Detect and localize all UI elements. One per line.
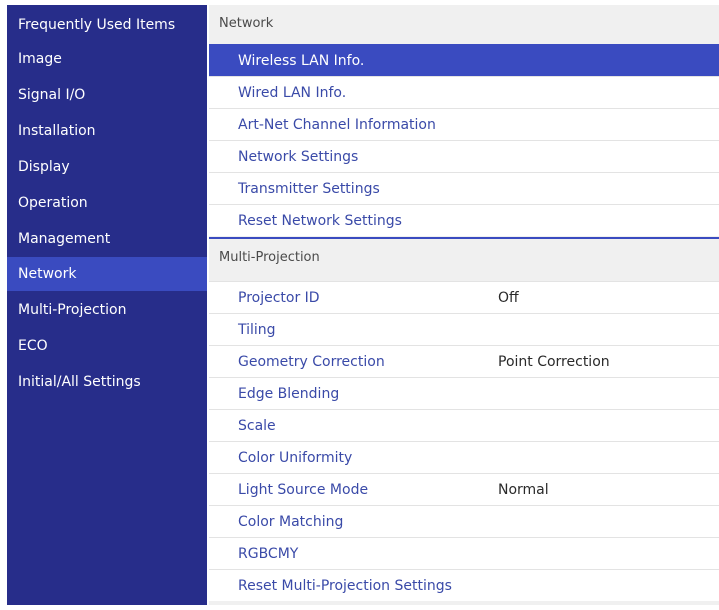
menu-item-label: Transmitter Settings <box>238 181 380 197</box>
sidebar-item-display[interactable]: Display <box>7 150 207 184</box>
menu-item-label: Color Uniformity <box>238 450 353 466</box>
menu-item-color-uniformity[interactable]: Color Uniformity <box>209 441 719 473</box>
menu-item-light-source-mode[interactable]: Light Source Mode Normal <box>209 473 719 505</box>
section-header-multi-projection: Multi-Projection <box>209 239 719 277</box>
menu-item-label: Reset Multi-Projection Settings <box>238 578 452 594</box>
menu-item-label: Edge Blending <box>238 386 340 402</box>
menu-item-label: Wired LAN Info. <box>238 85 347 101</box>
sidebar-item-frequently-used-items[interactable]: Frequently Used Items <box>7 8 207 42</box>
menu-item-art-net-channel-information[interactable]: Art-Net Channel Information <box>209 108 719 140</box>
menu-item-color-matching[interactable]: Color Matching <box>209 505 719 537</box>
menu-item-transmitter-settings[interactable]: Transmitter Settings <box>209 172 719 204</box>
menu-item-label: Network Settings <box>238 149 359 165</box>
menu-item-reset-network-settings[interactable]: Reset Network Settings <box>209 204 719 236</box>
menu-item-label: Reset Network Settings <box>238 213 402 229</box>
menu-item-tiling[interactable]: Tiling <box>209 313 719 345</box>
menu-item-wireless-lan-info[interactable]: Wireless LAN Info. <box>209 44 719 76</box>
menu-item-label: Wireless LAN Info. <box>238 53 365 69</box>
menu-item-geometry-correction[interactable]: Geometry Correction Point Correction <box>209 345 719 377</box>
sidebar-item-operation[interactable]: Operation <box>7 186 207 220</box>
menu-item-value: Normal <box>498 482 549 498</box>
sidebar-item-multi-projection[interactable]: Multi-Projection <box>7 293 207 327</box>
menu-item-network-settings[interactable]: Network Settings <box>209 140 719 172</box>
menu-item-value: Off <box>498 290 519 306</box>
menu-item-label: Light Source Mode <box>238 482 369 498</box>
menu-item-label: Scale <box>238 418 276 434</box>
menu-item-scale[interactable]: Scale <box>209 409 719 441</box>
projector-menu-screen: Frequently Used Items Image Signal I/O I… <box>0 0 719 610</box>
sidebar-item-initial-all-settings[interactable]: Initial/All Settings <box>7 365 207 399</box>
menu-item-label: Color Matching <box>238 514 344 530</box>
menu-item-value: Point Correction <box>498 354 610 370</box>
main-menu-sidebar: Frequently Used Items Image Signal I/O I… <box>7 5 207 605</box>
sidebar-item-network[interactable]: Network <box>7 257 207 291</box>
menu-item-projector-id[interactable]: Projector ID Off <box>209 281 719 313</box>
sidebar-item-eco[interactable]: ECO <box>7 329 207 363</box>
menu-item-reset-multi-projection-settings[interactable]: Reset Multi-Projection Settings <box>209 569 719 601</box>
menu-item-label: Projector ID <box>238 290 320 306</box>
menu-item-label: Geometry Correction <box>238 354 385 370</box>
menu-item-label: Tiling <box>238 322 276 338</box>
menu-item-wired-lan-info[interactable]: Wired LAN Info. <box>209 76 719 108</box>
menu-item-label: Art-Net Channel Information <box>238 117 436 133</box>
submenu-panel: Network Wireless LAN Info. Wired LAN Inf… <box>209 5 719 605</box>
sidebar-item-installation[interactable]: Installation <box>7 114 207 148</box>
sidebar-item-management[interactable]: Management <box>7 222 207 256</box>
menu-item-rgbcmy[interactable]: RGBCMY <box>209 537 719 569</box>
section-header-network: Network <box>209 5 719 43</box>
menu-item-label: RGBCMY <box>238 546 299 562</box>
sidebar-item-image[interactable]: Image <box>7 42 207 76</box>
sidebar-item-signal-io[interactable]: Signal I/O <box>7 78 207 112</box>
menu-item-edge-blending[interactable]: Edge Blending <box>209 377 719 409</box>
